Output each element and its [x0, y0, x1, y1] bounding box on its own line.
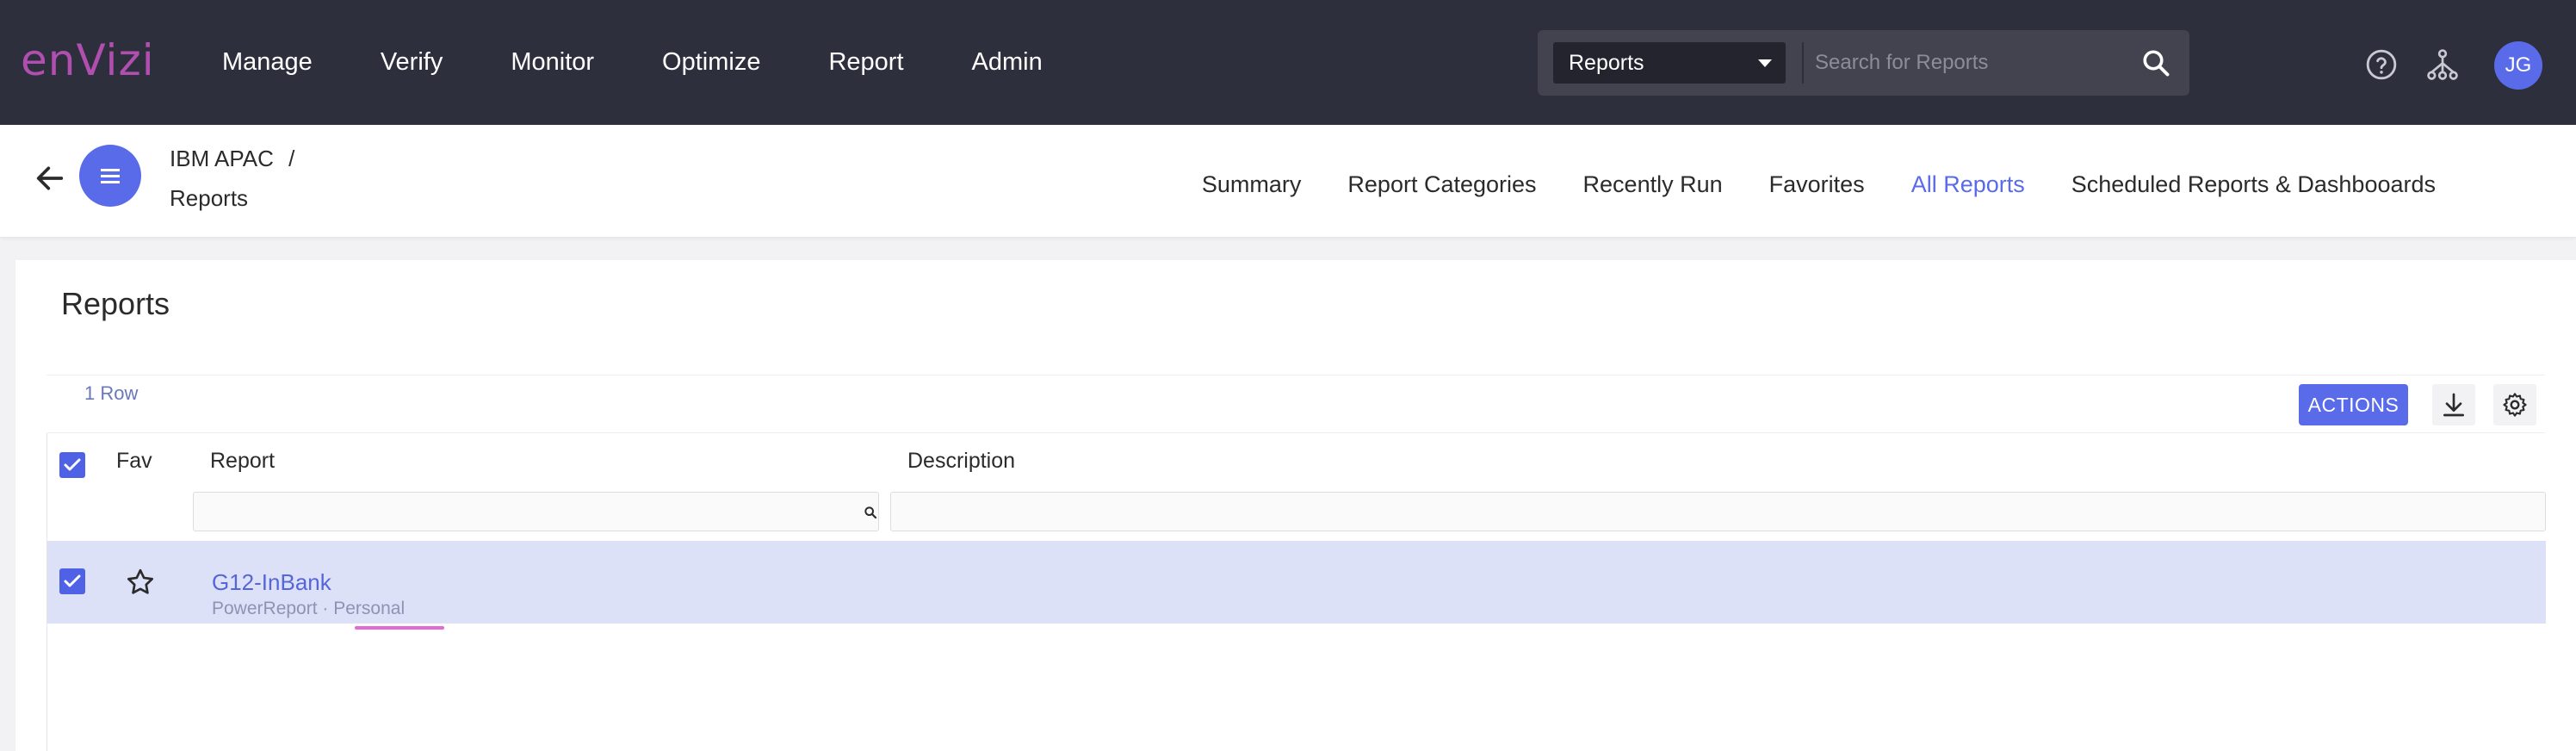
envizi-logo[interactable]: enVizi [21, 34, 155, 86]
back-arrow-icon[interactable] [33, 161, 67, 196]
column-header-description[interactable]: Description [907, 449, 1015, 474]
nav-optimize[interactable]: Optimize [662, 48, 760, 77]
menu-icon-line [101, 181, 120, 183]
table-row[interactable]: G12-InBank PowerReport · Personal [47, 541, 2546, 630]
settings-button[interactable] [2493, 384, 2536, 425]
table-toolbar: 1 Row ACTIONS [46, 375, 2545, 433]
search-icon[interactable] [2140, 47, 2171, 78]
nav-verify[interactable]: Verify [381, 48, 443, 77]
tab-recently-run[interactable]: Recently Run [1583, 171, 1723, 198]
row-count: 1 Row [84, 382, 139, 404]
column-header-fav[interactable]: Fav [116, 449, 152, 474]
row-checkbox[interactable] [59, 568, 85, 594]
caret-down-icon [1758, 59, 1772, 67]
breadcrumb-page: Reports [170, 185, 249, 211]
page-title: Reports [61, 286, 170, 321]
search-scope-value: Reports [1569, 51, 1644, 75]
global-search: Reports [1538, 30, 2189, 96]
search-scope-select[interactable]: Reports [1553, 42, 1786, 84]
checkmark-icon [64, 458, 81, 471]
report-meta-separator: · [322, 599, 329, 618]
help-icon[interactable] [2365, 48, 2398, 81]
tab-favorites[interactable]: Favorites [1769, 171, 1865, 198]
report-type: PowerReport [212, 599, 318, 618]
user-avatar[interactable]: JG [2494, 41, 2542, 90]
tab-summary[interactable]: Summary [1202, 171, 1302, 198]
nav-report[interactable]: Report [828, 48, 903, 77]
tab-report-categories[interactable]: Report Categories [1347, 171, 1536, 198]
highlight-underline [355, 626, 444, 630]
checkmark-icon [64, 574, 81, 587]
hierarchy-icon[interactable] [2426, 48, 2459, 81]
star-icon[interactable] [125, 567, 156, 598]
search-icon [864, 506, 877, 519]
nav-manage[interactable]: Manage [222, 48, 313, 77]
select-all-checkbox[interactable] [59, 452, 85, 478]
column-header-report[interactable]: Report [210, 449, 275, 474]
breadcrumb: IBM APAC / [170, 146, 294, 172]
main-nav: Manage Verify Monitor Optimize Report Ad… [222, 0, 1111, 125]
tab-all-reports[interactable]: All Reports [1911, 171, 2025, 198]
top-bar: enVizi Manage Verify Monitor Optimize Re… [0, 0, 2576, 125]
search-divider [1802, 42, 1804, 84]
report-link[interactable]: G12-InBank [212, 569, 331, 596]
nav-monitor[interactable]: Monitor [511, 48, 594, 77]
reports-table: Fav Report Description G12-InBank PowerR… [46, 433, 2546, 751]
sub-header: IBM APAC / Reports Summary Report Catego… [0, 125, 2576, 237]
report-scope: Personal [333, 599, 406, 618]
menu-button[interactable] [79, 145, 141, 207]
search-input[interactable] [1815, 42, 2125, 84]
download-icon [2443, 393, 2464, 417]
report-meta: PowerReport · Personal [212, 599, 405, 619]
reports-panel: Reports 1 Row ACTIONS Fav Report Descrip… [15, 260, 2576, 751]
gear-icon [2503, 393, 2527, 417]
report-filter-input[interactable] [193, 492, 879, 531]
description-filter-input[interactable] [890, 492, 2546, 531]
report-tabs: Summary Report Categories Recently Run F… [1155, 171, 2436, 198]
breadcrumb-separator: / [288, 146, 295, 171]
download-button[interactable] [2432, 384, 2475, 425]
nav-admin[interactable]: Admin [972, 48, 1043, 77]
menu-icon [101, 169, 120, 171]
actions-button[interactable]: ACTIONS [2299, 384, 2408, 425]
menu-icon-line [101, 175, 120, 177]
tab-scheduled-reports[interactable]: Scheduled Reports & Dashbooards [2071, 171, 2436, 198]
breadcrumb-org[interactable]: IBM APAC [170, 146, 274, 171]
